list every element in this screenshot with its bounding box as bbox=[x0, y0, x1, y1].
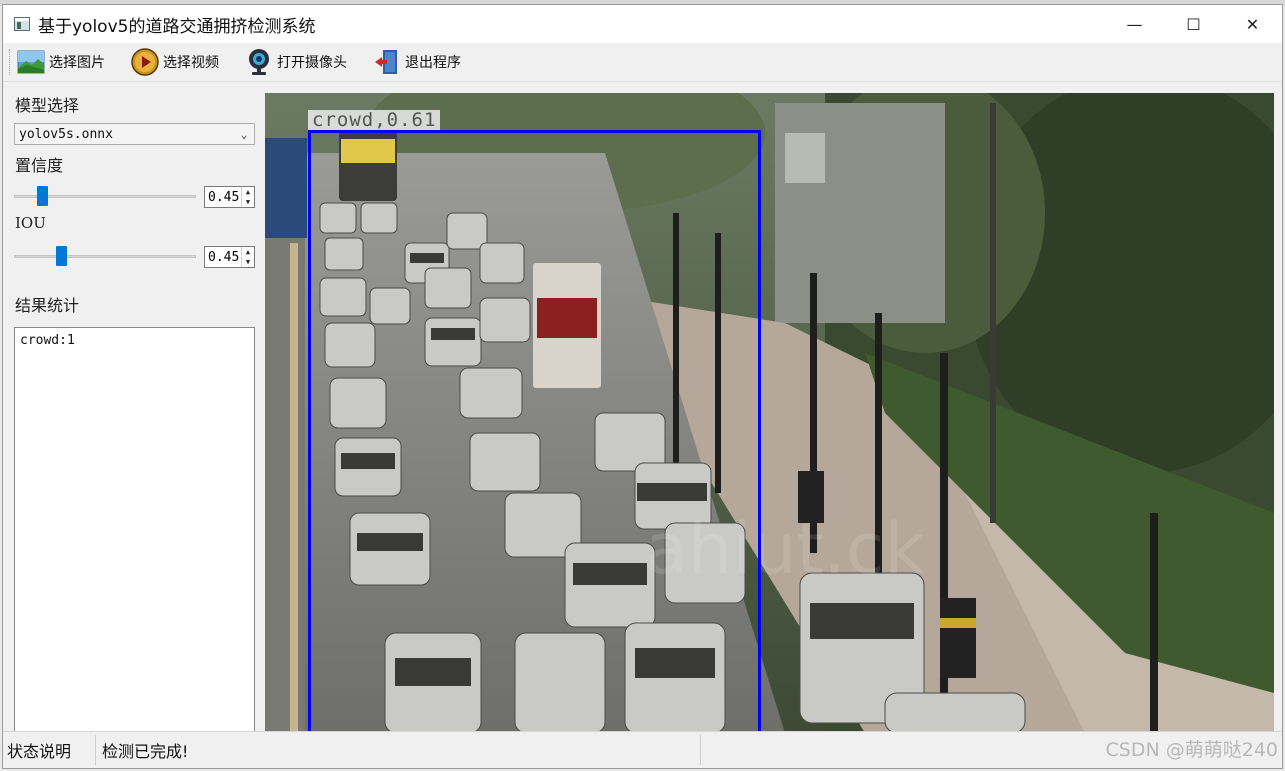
select-video-label: 选择视频 bbox=[163, 55, 219, 71]
confidence-slider[interactable] bbox=[14, 186, 196, 206]
open-camera-button[interactable]: 打开摄像头 bbox=[241, 46, 351, 78]
open-camera-label: 打开摄像头 bbox=[277, 55, 347, 71]
image-icon bbox=[17, 50, 45, 74]
iou-spinbox-arrows[interactable]: ▲ ▼ bbox=[241, 247, 254, 267]
confidence-spinbox[interactable]: 0.45 ▲ ▼ bbox=[204, 186, 255, 208]
app-icon bbox=[14, 17, 30, 31]
status-divider bbox=[95, 735, 96, 765]
maximize-button[interactable]: ☐ bbox=[1164, 5, 1223, 43]
csdn-watermark: CSDN @萌萌哒240 bbox=[1105, 739, 1278, 761]
exit-door-icon bbox=[375, 50, 397, 74]
spin-down-icon[interactable]: ▼ bbox=[242, 197, 254, 207]
webcam-icon bbox=[249, 49, 269, 75]
iou-slider[interactable] bbox=[14, 246, 196, 266]
control-panel: 模型选择 yolov5s.onnx ⌄ 置信度 0.45 ▲ ▼ IOU 0.4… bbox=[3, 82, 261, 738]
window-controls: — ☐ ✕ bbox=[1105, 5, 1282, 43]
play-video-icon bbox=[131, 48, 159, 76]
select-video-button[interactable]: 选择视频 bbox=[127, 46, 223, 78]
toolbar: 选择图片 选择视频 打开摄像头 退出程序 bbox=[3, 43, 1282, 82]
select-image-button[interactable]: 选择图片 bbox=[13, 46, 109, 78]
confidence-spinbox-value: 0.45 bbox=[208, 189, 240, 205]
detection-label: crowd,0.61 bbox=[308, 110, 441, 130]
iou-label: IOU bbox=[15, 214, 46, 232]
main-window: 基于yolov5的道路交通拥挤检测系统 — ☐ ✕ 选择图片 选择视频 打开摄像… bbox=[2, 4, 1283, 769]
iou-slider-track bbox=[14, 255, 196, 258]
window-title: 基于yolov5的道路交通拥挤检测系统 bbox=[38, 16, 316, 37]
model-select-label: 模型选择 bbox=[15, 96, 80, 115]
status-bar: 状态说明 检测已完成! CSDN @萌萌哒240 bbox=[3, 731, 1282, 768]
iou-spinbox[interactable]: 0.45 ▲ ▼ bbox=[204, 246, 255, 268]
status-message: 检测已完成! bbox=[102, 742, 189, 761]
detection-frame: ahiut.ck crowd,0.61 bbox=[265, 93, 1274, 733]
model-select-value: yolov5s.onnx bbox=[19, 126, 113, 142]
spin-down-icon[interactable]: ▼ bbox=[242, 257, 254, 267]
detection-bounding-box bbox=[308, 130, 761, 733]
close-button[interactable]: ✕ bbox=[1223, 5, 1282, 43]
minimize-button[interactable]: — bbox=[1105, 5, 1164, 43]
exit-program-button[interactable]: 退出程序 bbox=[369, 46, 465, 78]
iou-slider-handle[interactable] bbox=[56, 246, 67, 266]
iou-spinbox-value: 0.45 bbox=[208, 249, 240, 265]
results-label: 结果统计 bbox=[15, 296, 80, 315]
confidence-label: 置信度 bbox=[15, 156, 64, 175]
spin-up-icon[interactable]: ▲ bbox=[242, 187, 254, 197]
select-image-label: 选择图片 bbox=[49, 55, 105, 71]
spin-up-icon[interactable]: ▲ bbox=[242, 247, 254, 257]
status-divider bbox=[700, 735, 701, 765]
chevron-down-icon: ⌄ bbox=[240, 127, 248, 141]
confidence-spinbox-arrows[interactable]: ▲ ▼ bbox=[241, 187, 254, 207]
title-bar: 基于yolov5的道路交通拥挤检测系统 — ☐ ✕ bbox=[3, 5, 1282, 43]
status-label: 状态说明 bbox=[7, 742, 72, 761]
model-select-dropdown[interactable]: yolov5s.onnx ⌄ bbox=[14, 123, 255, 145]
exit-program-label: 退出程序 bbox=[405, 55, 461, 71]
results-textbox[interactable]: crowd:1 bbox=[14, 327, 255, 738]
confidence-slider-handle[interactable] bbox=[37, 186, 48, 206]
